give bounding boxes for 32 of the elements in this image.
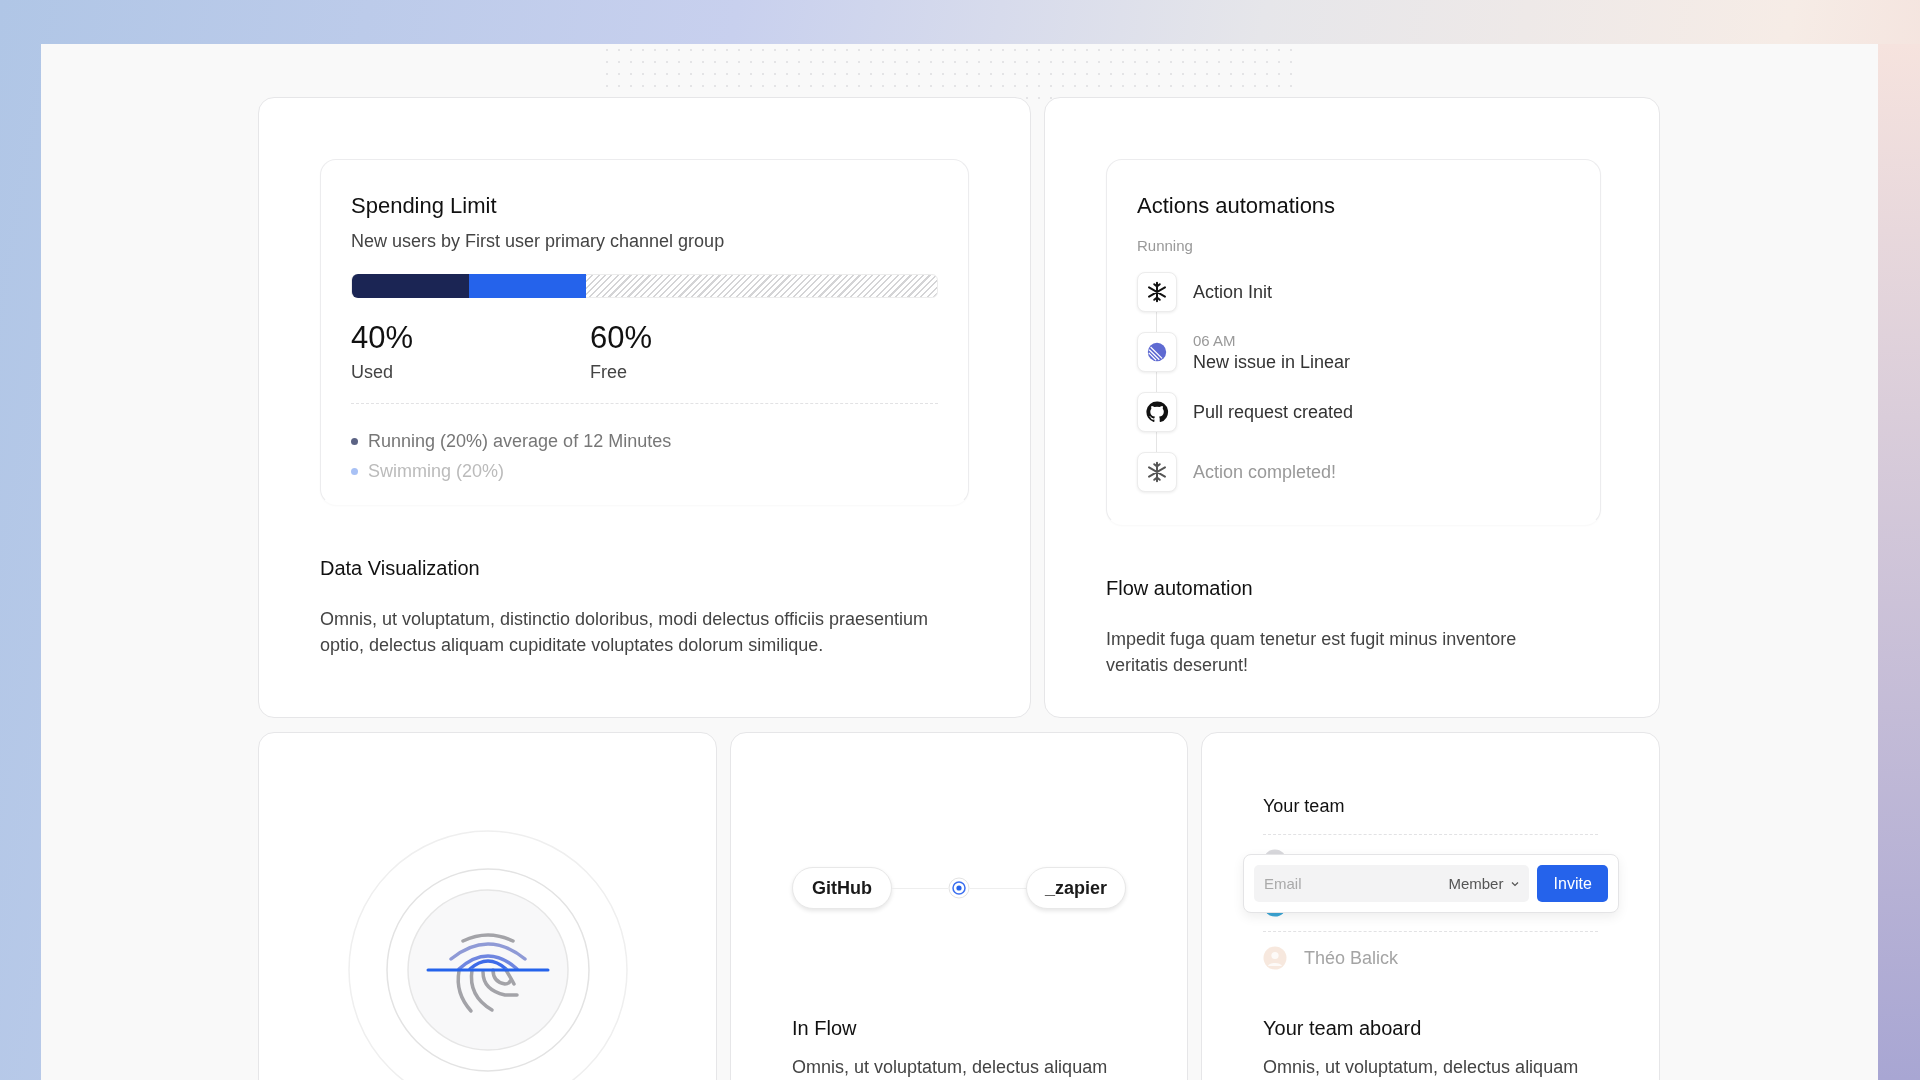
step-time: 06 AM (1193, 331, 1237, 349)
card-title: In Flow (792, 1017, 858, 1040)
card-description: Omnis, ut voluptatum, distinctio doloribus, modi delectus officiis praesentium optio, delectus aliquam cupiditate voluptates dolorum similique. (320, 608, 929, 657)
card-title: Spending Limit (351, 193, 498, 219)
stat-label: Used (351, 362, 395, 383)
card-description: Omnis, ut voluptatum, delectus aliquam (1263, 1056, 1580, 1079)
legend-label: Swimming (20%) (368, 460, 505, 482)
avatar-icon (1263, 946, 1287, 970)
card-title: Flow automation (1106, 577, 1254, 600)
team-title: Your team (1263, 796, 1346, 817)
stat-label: Free (590, 362, 628, 383)
invite-button[interactable]: Invite (1537, 865, 1608, 902)
integration-logo: _zapier (1026, 867, 1126, 909)
card-title: Data Visualization (320, 557, 481, 580)
card-title: Actions automations (1137, 193, 1337, 219)
integration-logo: GitHub (792, 867, 892, 909)
step-label: Action completed! (1193, 461, 1337, 483)
email-field[interactable]: Email (1254, 865, 1429, 902)
step-label: Action Init (1193, 281, 1273, 303)
chevron-icon (1511, 880, 1520, 887)
card-description: Impedit fuga quam tenetur est fugit minus inventore veritatis deserunt! (1106, 628, 1518, 677)
card-title: Your team aboard (1263, 1017, 1423, 1040)
card-description: Omnis, ut voluptatum, delectus aliquam (792, 1056, 1109, 1079)
stat-value: 60% (590, 320, 654, 356)
role-dropdown[interactable]: Member (1429, 865, 1530, 902)
legend-label: Running (20%) average of 12 Minutes (368, 430, 672, 452)
card-subtitle: New users by First user primary channel group (351, 231, 726, 252)
status-label: Running (1137, 237, 1194, 254)
member-name: Théo Balick (1304, 947, 1399, 969)
step-label: New issue in Linear (1193, 351, 1351, 373)
stat-value: 40% (351, 320, 415, 356)
step-label: Pull request created (1193, 401, 1354, 423)
